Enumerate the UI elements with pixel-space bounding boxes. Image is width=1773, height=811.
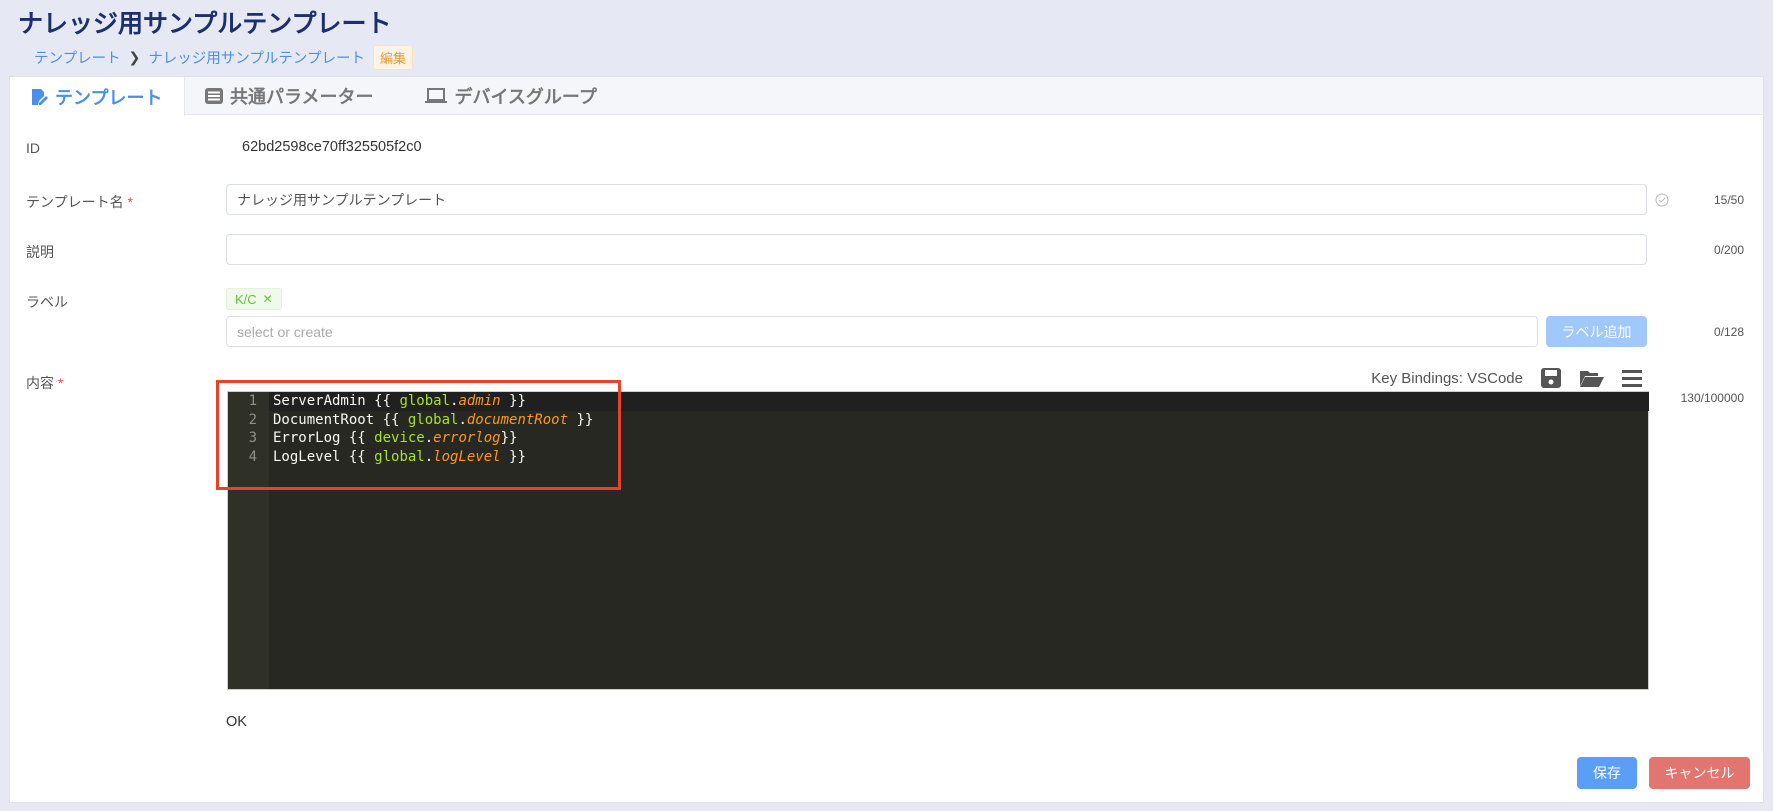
name-label-text: テンプレート名 [26, 194, 124, 210]
breadcrumb-templates[interactable]: テンプレート [34, 47, 121, 68]
save-button[interactable]: 保存 [1577, 757, 1637, 789]
list-icon [205, 88, 223, 104]
edit-icon [32, 88, 48, 105]
chevron-right-icon: ❯ [128, 49, 141, 65]
template-card: テンプレート 共通パラメーター デバイスグループ ID 62bd2598ce70… [9, 76, 1764, 803]
folder-open-icon[interactable] [1580, 369, 1604, 387]
key-bindings[interactable]: Key Bindings: VSCode [1370, 370, 1523, 387]
tab-bar: テンプレート 共通パラメーター デバイスグループ [10, 77, 1763, 116]
tab-device-groups[interactable]: デバイスグループ [405, 77, 616, 115]
breadcrumb: テンプレート ❯ ナレッジ用サンプルテンプレート 編集 [34, 45, 413, 70]
name-value: ナレッジ用サンプルテンプレート [237, 191, 447, 208]
name-counter: 15/50 [1713, 193, 1744, 207]
tab-label: デバイスグループ [454, 87, 597, 107]
required-mark: * [127, 194, 133, 210]
label-counter: 0/128 [1713, 325, 1744, 339]
description-counter: 0/200 [1713, 243, 1744, 257]
highlight-box [216, 380, 621, 490]
label-label: ラベル [26, 294, 68, 310]
cancel-button[interactable]: キャンセル [1649, 757, 1750, 789]
page-title: ナレッジ用サンプルテンプレート [18, 10, 392, 38]
label-input[interactable]: select or create [226, 316, 1538, 347]
tag-text: K/C [235, 291, 257, 307]
template-name-input[interactable]: ナレッジ用サンプルテンプレート [226, 184, 1647, 215]
required-mark: * [57, 375, 64, 391]
add-label-button[interactable]: ラベル追加 [1546, 316, 1647, 347]
tab-label: テンプレート [55, 87, 163, 108]
save-icon[interactable] [1541, 368, 1561, 388]
id-value: 62bd2598ce70ff325505f2c0 [242, 139, 422, 155]
description-label: 説明 [26, 244, 54, 260]
label-placeholder: select or create [237, 323, 333, 340]
tab-common-parameters[interactable]: 共通パラメーター [185, 77, 393, 115]
description-input[interactable] [226, 234, 1647, 265]
edit-badge: 編集 [372, 45, 413, 70]
laptop-icon [425, 88, 448, 103]
tab-label: 共通パラメーター [230, 87, 374, 107]
content-label: 内容 * [26, 373, 63, 393]
menu-icon[interactable] [1622, 368, 1642, 388]
name-label: テンプレート名 * [26, 192, 133, 212]
breadcrumb-current[interactable]: ナレッジ用サンプルテンプレート [148, 47, 365, 68]
content-counter: 130/100000 [1680, 391, 1744, 405]
tab-template[interactable]: テンプレート [10, 77, 185, 116]
id-label: ID [26, 140, 40, 156]
validation-status: OK [226, 714, 247, 730]
content-label-text: 内容 [26, 375, 54, 391]
close-icon[interactable]: ✕ [263, 292, 273, 306]
check-circle-icon [1655, 193, 1669, 207]
label-tag: K/C ✕ [226, 288, 282, 310]
